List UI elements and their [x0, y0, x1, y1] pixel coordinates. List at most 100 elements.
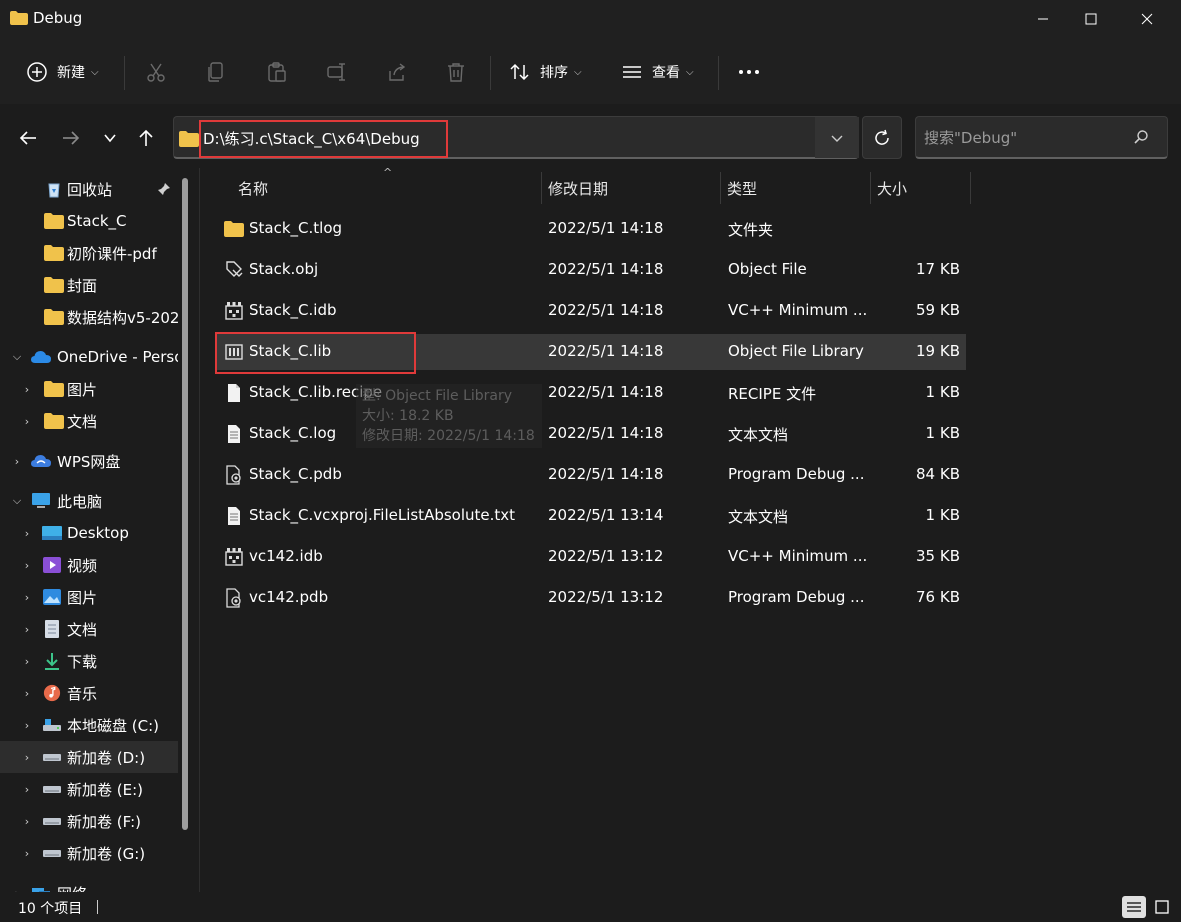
chevron-right-icon[interactable]: ›: [20, 526, 34, 540]
chevron-right-icon[interactable]: ›: [20, 590, 34, 604]
column-header-modified[interactable]: 修改日期: [548, 178, 608, 199]
sidebar-item-this-pc[interactable]: ⌵ 此电脑: [0, 485, 178, 517]
file-row[interactable]: Stack_C.vcxproj.FileListAbsolute.txt 202…: [215, 498, 966, 534]
file-row[interactable]: Stack_C.log 2022/5/1 14:18 文本文档 1 KB: [215, 416, 966, 452]
sidebar-item-videos[interactable]: › 视频: [0, 549, 178, 581]
file-type: Object File: [728, 260, 807, 278]
chevron-right-icon[interactable]: ›: [20, 814, 34, 828]
file-type: Program Debug ...: [728, 588, 865, 606]
text-file-icon: [223, 505, 245, 527]
sidebar-scrollbar[interactable]: [182, 178, 188, 830]
sidebar-item-drive-c[interactable]: › 本地磁盘 (C:): [0, 709, 178, 741]
sidebar-item-drive-g[interactable]: › 新加卷 (G:): [0, 837, 178, 869]
file-row[interactable]: Stack.obj 2022/5/1 14:18 Object File 17 …: [215, 252, 966, 288]
chevron-down-icon[interactable]: ⌵: [10, 494, 24, 508]
forward-button[interactable]: [57, 124, 85, 152]
chevron-right-icon[interactable]: ›: [20, 750, 34, 764]
sidebar-item-label: 封面: [67, 276, 98, 295]
chevron-right-icon[interactable]: ›: [20, 654, 34, 668]
back-button[interactable]: [14, 124, 42, 152]
chevron-right-icon[interactable]: ›: [20, 782, 34, 796]
sidebar-item-courseware-pdf[interactable]: 初阶课件-pdf: [0, 237, 178, 269]
folder-icon: [10, 11, 28, 25]
file-size: 76 KB: [916, 588, 960, 606]
recent-locations-button[interactable]: [96, 124, 124, 152]
status-divider: [97, 900, 98, 914]
sidebar-item-drive-f[interactable]: › 新加卷 (F:): [0, 805, 178, 837]
large-icons-view-button[interactable]: [1150, 896, 1174, 918]
sidebar-item-cover[interactable]: 封面: [0, 269, 178, 301]
minimize-icon: [1038, 18, 1048, 20]
sidebar-item-network[interactable]: › 网络: [0, 877, 178, 892]
file-modified: 2022/5/1 14:18: [548, 260, 664, 278]
sidebar-item-label: 新加卷 (F:): [67, 812, 141, 831]
file-modified: 2022/5/1 13:12: [548, 547, 664, 565]
column-header-size[interactable]: 大小: [877, 178, 907, 199]
copy-button[interactable]: [204, 60, 228, 84]
address-path[interactable]: D:\练习.c\Stack_C\x64\Debug: [203, 128, 420, 149]
chevron-down-icon[interactable]: ⌵: [10, 350, 24, 364]
add-icon: [27, 62, 47, 82]
maximize-button[interactable]: [1068, 0, 1114, 38]
sidebar-item-desktop[interactable]: › Desktop: [0, 517, 178, 549]
chevron-right-icon[interactable]: ›: [20, 718, 34, 732]
view-button[interactable]: 查看 ⌵: [621, 57, 694, 87]
file-name: Stack_C.tlog: [249, 219, 343, 237]
search-box[interactable]: [915, 116, 1168, 159]
column-header-type[interactable]: 类型: [727, 178, 757, 199]
column-divider[interactable]: [870, 172, 871, 204]
minimize-button[interactable]: [1020, 0, 1066, 38]
refresh-button[interactable]: [862, 116, 902, 159]
chevron-right-icon[interactable]: ›: [20, 382, 34, 396]
sidebar-item-music[interactable]: › 音乐: [0, 677, 178, 709]
maximize-icon: [1085, 13, 1097, 25]
address-dropdown-button[interactable]: [815, 117, 859, 158]
more-button[interactable]: [737, 60, 761, 84]
sidebar-item-pictures[interactable]: › 图片: [0, 581, 178, 613]
sidebar-item-downloads[interactable]: › 下载: [0, 645, 178, 677]
search-icon: [1134, 130, 1148, 144]
sidebar-item-recycle-bin[interactable]: 回收站: [0, 173, 178, 205]
up-button[interactable]: [132, 124, 160, 152]
sidebar-item-documents[interactable]: › 文档: [0, 613, 178, 645]
paste-button[interactable]: [265, 60, 289, 84]
file-row[interactable]: vc142.pdb 2022/5/1 13:12 Program Debug .…: [215, 580, 966, 616]
sidebar-item-data-structures[interactable]: 数据结构v5-202: [0, 301, 178, 333]
delete-button[interactable]: [444, 60, 468, 84]
chevron-down-icon: [831, 135, 843, 142]
sort-button[interactable]: 排序 ⌵: [509, 57, 582, 87]
sidebar-item-onedrive-pictures[interactable]: › 图片: [0, 373, 178, 405]
chevron-right-icon[interactable]: ›: [20, 622, 34, 636]
chevron-right-icon[interactable]: ›: [20, 846, 34, 860]
chevron-right-icon[interactable]: ›: [10, 454, 24, 468]
sidebar-item-wps-cloud[interactable]: › WPS网盘: [0, 445, 178, 477]
details-view-icon: [1127, 902, 1141, 912]
rename-button[interactable]: [325, 60, 349, 84]
file-row[interactable]: Stack_C.idb 2022/5/1 14:18 VC++ Minimum …: [215, 293, 966, 329]
close-button[interactable]: [1124, 0, 1170, 38]
file-row[interactable]: vc142.idb 2022/5/1 13:12 VC++ Minimum ..…: [215, 539, 966, 575]
cut-button[interactable]: [144, 60, 168, 84]
sidebar-item-onedrive-documents[interactable]: › 文档: [0, 405, 178, 437]
column-divider[interactable]: [970, 172, 971, 204]
search-input[interactable]: [924, 127, 1124, 149]
chevron-right-icon[interactable]: ›: [20, 414, 34, 428]
file-row[interactable]: Stack_C.pdb 2022/5/1 14:18 Program Debug…: [215, 457, 966, 493]
chevron-right-icon[interactable]: ›: [20, 686, 34, 700]
sidebar-item-label: OneDrive - Perso: [57, 348, 178, 366]
sort-label: 排序: [540, 65, 568, 81]
details-view-button[interactable]: [1122, 896, 1146, 918]
file-row[interactable]: Stack_C.lib.recipe 2022/5/1 14:18 RECIPE…: [215, 375, 966, 411]
chevron-right-icon[interactable]: ›: [20, 558, 34, 572]
sidebar-item-stack-c[interactable]: Stack_C: [0, 205, 178, 237]
sidebar-item-drive-d[interactable]: › 新加卷 (D:): [0, 741, 178, 773]
share-button[interactable]: [385, 60, 409, 84]
column-divider[interactable]: [541, 172, 542, 204]
sidebar-item-onedrive[interactable]: ⌵ OneDrive - Perso: [0, 341, 178, 373]
new-label: 新建: [57, 65, 85, 81]
column-header-name[interactable]: 名称: [238, 178, 268, 199]
column-divider[interactable]: [720, 172, 721, 204]
sidebar-item-drive-e[interactable]: › 新加卷 (E:): [0, 773, 178, 805]
new-button[interactable]: 新建 ⌵: [26, 57, 99, 87]
file-row[interactable]: Stack_C.tlog 2022/5/1 14:18 文件夹: [215, 211, 966, 247]
